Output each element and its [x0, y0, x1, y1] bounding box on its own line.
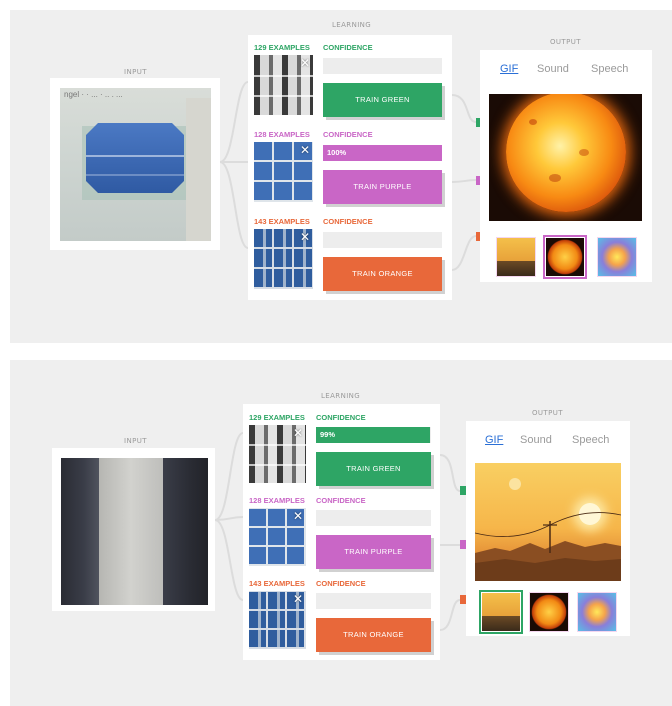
train-orange-button[interactable]: TRAIN ORANGE — [323, 257, 442, 291]
examples-count: 143 EXAMPLES — [254, 217, 310, 226]
confidence-value: 100% — [327, 148, 347, 157]
class-row-orange: 143 EXAMPLES CONFIDENCE ✕ TRAIN ORANGE — [243, 579, 440, 665]
examples-count: 143 EXAMPLES — [249, 579, 305, 588]
examples-count: 129 EXAMPLES — [254, 43, 310, 52]
output-card: GIF Sound Speech — [480, 50, 652, 282]
output-card: GIF Sound Speech — [466, 421, 630, 636]
train-green-button[interactable]: TRAIN GREEN — [316, 452, 431, 486]
example-thumbnails[interactable]: ✕ — [249, 508, 306, 566]
examples-count: 128 EXAMPLES — [254, 130, 310, 139]
close-icon[interactable]: ✕ — [299, 144, 311, 156]
tab-gif[interactable]: GIF — [485, 434, 503, 446]
solar-cell-object — [86, 123, 184, 193]
confidence-bar: 99% — [316, 427, 431, 443]
close-icon[interactable]: ✕ — [299, 57, 311, 69]
example-thumbnails[interactable]: ✕ — [254, 55, 313, 115]
learning-card: 129 EXAMPLES CONFIDENCE ✕ 99% TRAIN GREE… — [243, 404, 440, 660]
class-row-green: 129 EXAMPLES CONFIDENCE ✕ 99% TRAIN GREE… — [243, 413, 440, 499]
confidence-label: CONFIDENCE — [323, 217, 373, 226]
sunset-landscape — [475, 512, 621, 581]
confidence-label: CONFIDENCE — [316, 413, 366, 422]
confidence-label: CONFIDENCE — [323, 130, 373, 139]
learning-section-label: LEARNING — [321, 392, 361, 400]
class-row-orange: 143 EXAMPLES CONFIDENCE ✕ TRAIN ORANGE — [248, 217, 452, 303]
confidence-bar — [323, 232, 442, 248]
class-row-purple: 128 EXAMPLES CONFIDENCE ✕ 100% TRAIN PUR… — [248, 130, 452, 216]
train-green-button[interactable]: TRAIN GREEN — [323, 83, 442, 117]
tab-gif[interactable]: GIF — [500, 63, 518, 75]
class-row-green: 129 EXAMPLES CONFIDENCE ✕ TRAIN GREEN — [248, 43, 452, 129]
input-section-label: INPUT — [124, 437, 147, 445]
output-tabs: GIF Sound Speech — [480, 50, 652, 84]
output-thumb-sun[interactable] — [543, 235, 587, 279]
close-icon[interactable]: ✕ — [292, 510, 304, 522]
output-gif-sun — [489, 94, 642, 221]
input-section-label: INPUT — [124, 68, 147, 76]
close-icon[interactable]: ✕ — [292, 593, 304, 605]
train-orange-button[interactable]: TRAIN ORANGE — [316, 618, 431, 652]
confidence-bar — [316, 593, 431, 609]
teachable-machine-panel-1: INPUT LEARNING OUTPUT ngel · · ... · .. … — [10, 10, 672, 343]
train-purple-button[interactable]: TRAIN PURPLE — [316, 535, 431, 569]
confidence-bar — [316, 510, 431, 526]
confidence-label: CONFIDENCE — [316, 579, 366, 588]
example-thumbnails[interactable]: ✕ — [249, 425, 306, 483]
output-gif-sunset — [475, 463, 621, 581]
input-camera-card: ngel · · ... · .. . ... — [50, 78, 220, 250]
learning-section-label: LEARNING — [332, 21, 372, 29]
output-thumb-sunset[interactable] — [479, 590, 523, 634]
example-thumbnails[interactable]: ✕ — [254, 142, 313, 202]
output-section-label: OUTPUT — [532, 409, 563, 417]
webcam-feed: ngel · · ... · .. . ... — [60, 88, 211, 241]
examples-count: 129 EXAMPLES — [249, 413, 305, 422]
example-thumbnails[interactable]: ✕ — [254, 229, 313, 289]
output-thumb-sunset[interactable] — [496, 237, 536, 277]
tab-speech[interactable]: Speech — [572, 434, 609, 446]
confidence-bar: 100% — [323, 145, 442, 161]
tab-sound[interactable]: Sound — [520, 434, 552, 446]
train-purple-button[interactable]: TRAIN PURPLE — [323, 170, 442, 204]
output-thumb-sun[interactable] — [529, 592, 569, 632]
teachable-machine-panel-2: INPUT LEARNING OUTPUT 129 EXAMPLES CONFI… — [10, 360, 672, 706]
examples-count: 128 EXAMPLES — [249, 496, 305, 505]
learning-card: 129 EXAMPLES CONFIDENCE ✕ TRAIN GREEN 12… — [248, 35, 452, 300]
webcam-feed — [61, 458, 208, 605]
example-thumbnails[interactable]: ✕ — [249, 591, 306, 649]
input-camera-card — [52, 448, 215, 611]
class-row-purple: 128 EXAMPLES CONFIDENCE ✕ TRAIN PURPLE — [243, 496, 440, 582]
confidence-value: 99% — [320, 430, 336, 439]
close-icon[interactable]: ✕ — [299, 231, 311, 243]
close-icon[interactable]: ✕ — [292, 427, 304, 439]
output-thumb-star[interactable] — [597, 237, 637, 277]
confidence-bar — [323, 58, 442, 74]
tab-speech[interactable]: Speech — [591, 63, 628, 75]
output-thumb-star[interactable] — [577, 592, 617, 632]
confidence-label: CONFIDENCE — [323, 43, 373, 52]
output-tabs: GIF Sound Speech — [466, 421, 630, 455]
tab-sound[interactable]: Sound — [537, 63, 569, 75]
output-section-label: OUTPUT — [550, 38, 581, 46]
confidence-label: CONFIDENCE — [316, 496, 366, 505]
